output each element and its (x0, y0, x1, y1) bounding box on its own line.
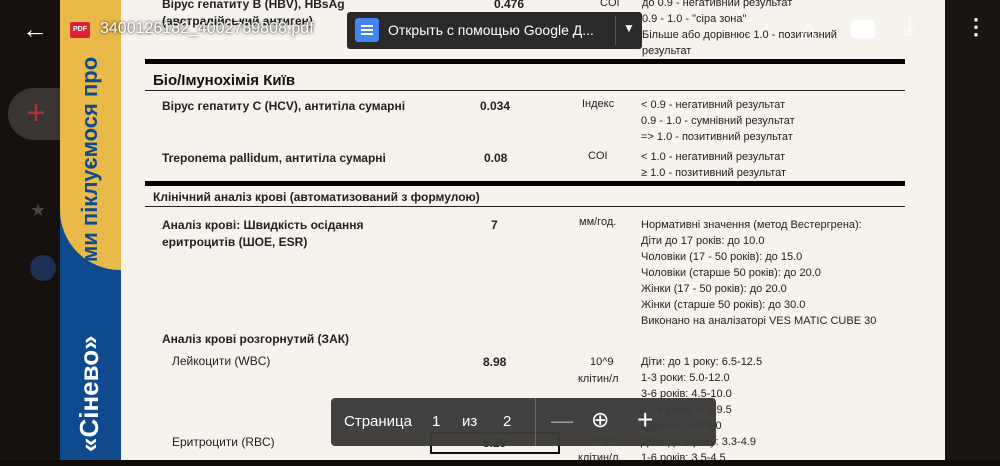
zoom-out-icon[interactable]: — (551, 408, 573, 434)
test-reference: < 0.9 - негативний результат 0.9 - 1.0 - … (641, 99, 795, 143)
test-name: Treponema pallidum, антитіла сумарні (162, 151, 386, 165)
zoom-icon[interactable]: ⊕ (591, 407, 609, 433)
page-navigator: Страница 1 из 2 — ⊕ + (331, 398, 716, 446)
test-name-line2: еритроцитів (ШОЕ, ESR) (162, 235, 308, 249)
google-drive-icon[interactable]: △ (800, 16, 817, 42)
file-name: 3400126182_4002789808.pdf (100, 20, 314, 37)
dropdown-arrow-icon[interactable]: ▼ (623, 21, 635, 35)
more-options-icon[interactable]: ⋮ (965, 14, 987, 40)
test-unit: Індекс (582, 98, 615, 110)
test-name: Лейкоцити (WBC) (172, 354, 271, 368)
plus-icon: + (26, 94, 46, 132)
sinevo-banner: ми піклуємося про «Сінево» (60, 0, 121, 460)
google-docs-icon (355, 18, 379, 42)
pdf-file-icon: PDF (70, 22, 90, 38)
divider (145, 206, 905, 207)
back-arrow-icon[interactable]: ← (22, 14, 48, 45)
test-name: Еритроцити (RBC) (172, 435, 275, 449)
test-name: Вірус гепатиту С (HCV), антитіла сумарні (162, 99, 406, 113)
open-with-label: Открыть с помощью Google Д... (388, 22, 594, 38)
test-value: 0.034 (480, 99, 511, 113)
viewer-toolbar: ← PDF 3400126182_4002789808.pdf Открыть … (0, 0, 1000, 60)
test-reference: Нормативні значення (метод Вестергрена):… (641, 219, 877, 327)
total-pages: 2 (503, 413, 512, 430)
avatar (30, 255, 56, 281)
section-title: Клінічний аналіз крові (автоматизований … (153, 190, 480, 204)
page-of-label: из (462, 413, 478, 430)
test-unit: 10^9 (590, 356, 614, 368)
test-name: Аналіз крові: Швидкість осідання (162, 218, 364, 232)
test-value: 8.98 (483, 355, 507, 369)
background-app: + ★ (0, 0, 60, 460)
banner-brand: «Сінево» (74, 335, 104, 452)
divider (145, 90, 905, 91)
test-value: 7 (491, 218, 498, 232)
test-value: 0.08 (484, 151, 508, 165)
print-icon[interactable] (851, 20, 875, 38)
current-page[interactable]: 1 (432, 413, 440, 430)
banner-slogan: ми піклуємося про (77, 56, 102, 262)
section-subtitle: Аналіз крові розгорнутий (ЗАК) (162, 332, 350, 346)
zoom-in-icon[interactable]: + (637, 404, 653, 436)
test-unit: COI (588, 150, 608, 162)
section-divider (145, 181, 905, 186)
background-right (945, 0, 1000, 460)
page-label: Страница (344, 413, 412, 430)
test-unit-line2: клітин/л (578, 373, 619, 385)
section-title: Біо/Імунохімія Київ (153, 72, 296, 89)
open-with-google-docs-button[interactable]: Открыть с помощью Google Д... ▼ (347, 12, 642, 49)
download-icon[interactable]: ⤓ (905, 14, 915, 40)
test-unit-line2: клітин/л (578, 452, 619, 464)
test-unit: мм/год. (579, 216, 617, 228)
star-icon: ★ (30, 200, 47, 220)
test-reference: < 1.0 - негативний результат ≥ 1.0 - пози… (641, 151, 787, 179)
